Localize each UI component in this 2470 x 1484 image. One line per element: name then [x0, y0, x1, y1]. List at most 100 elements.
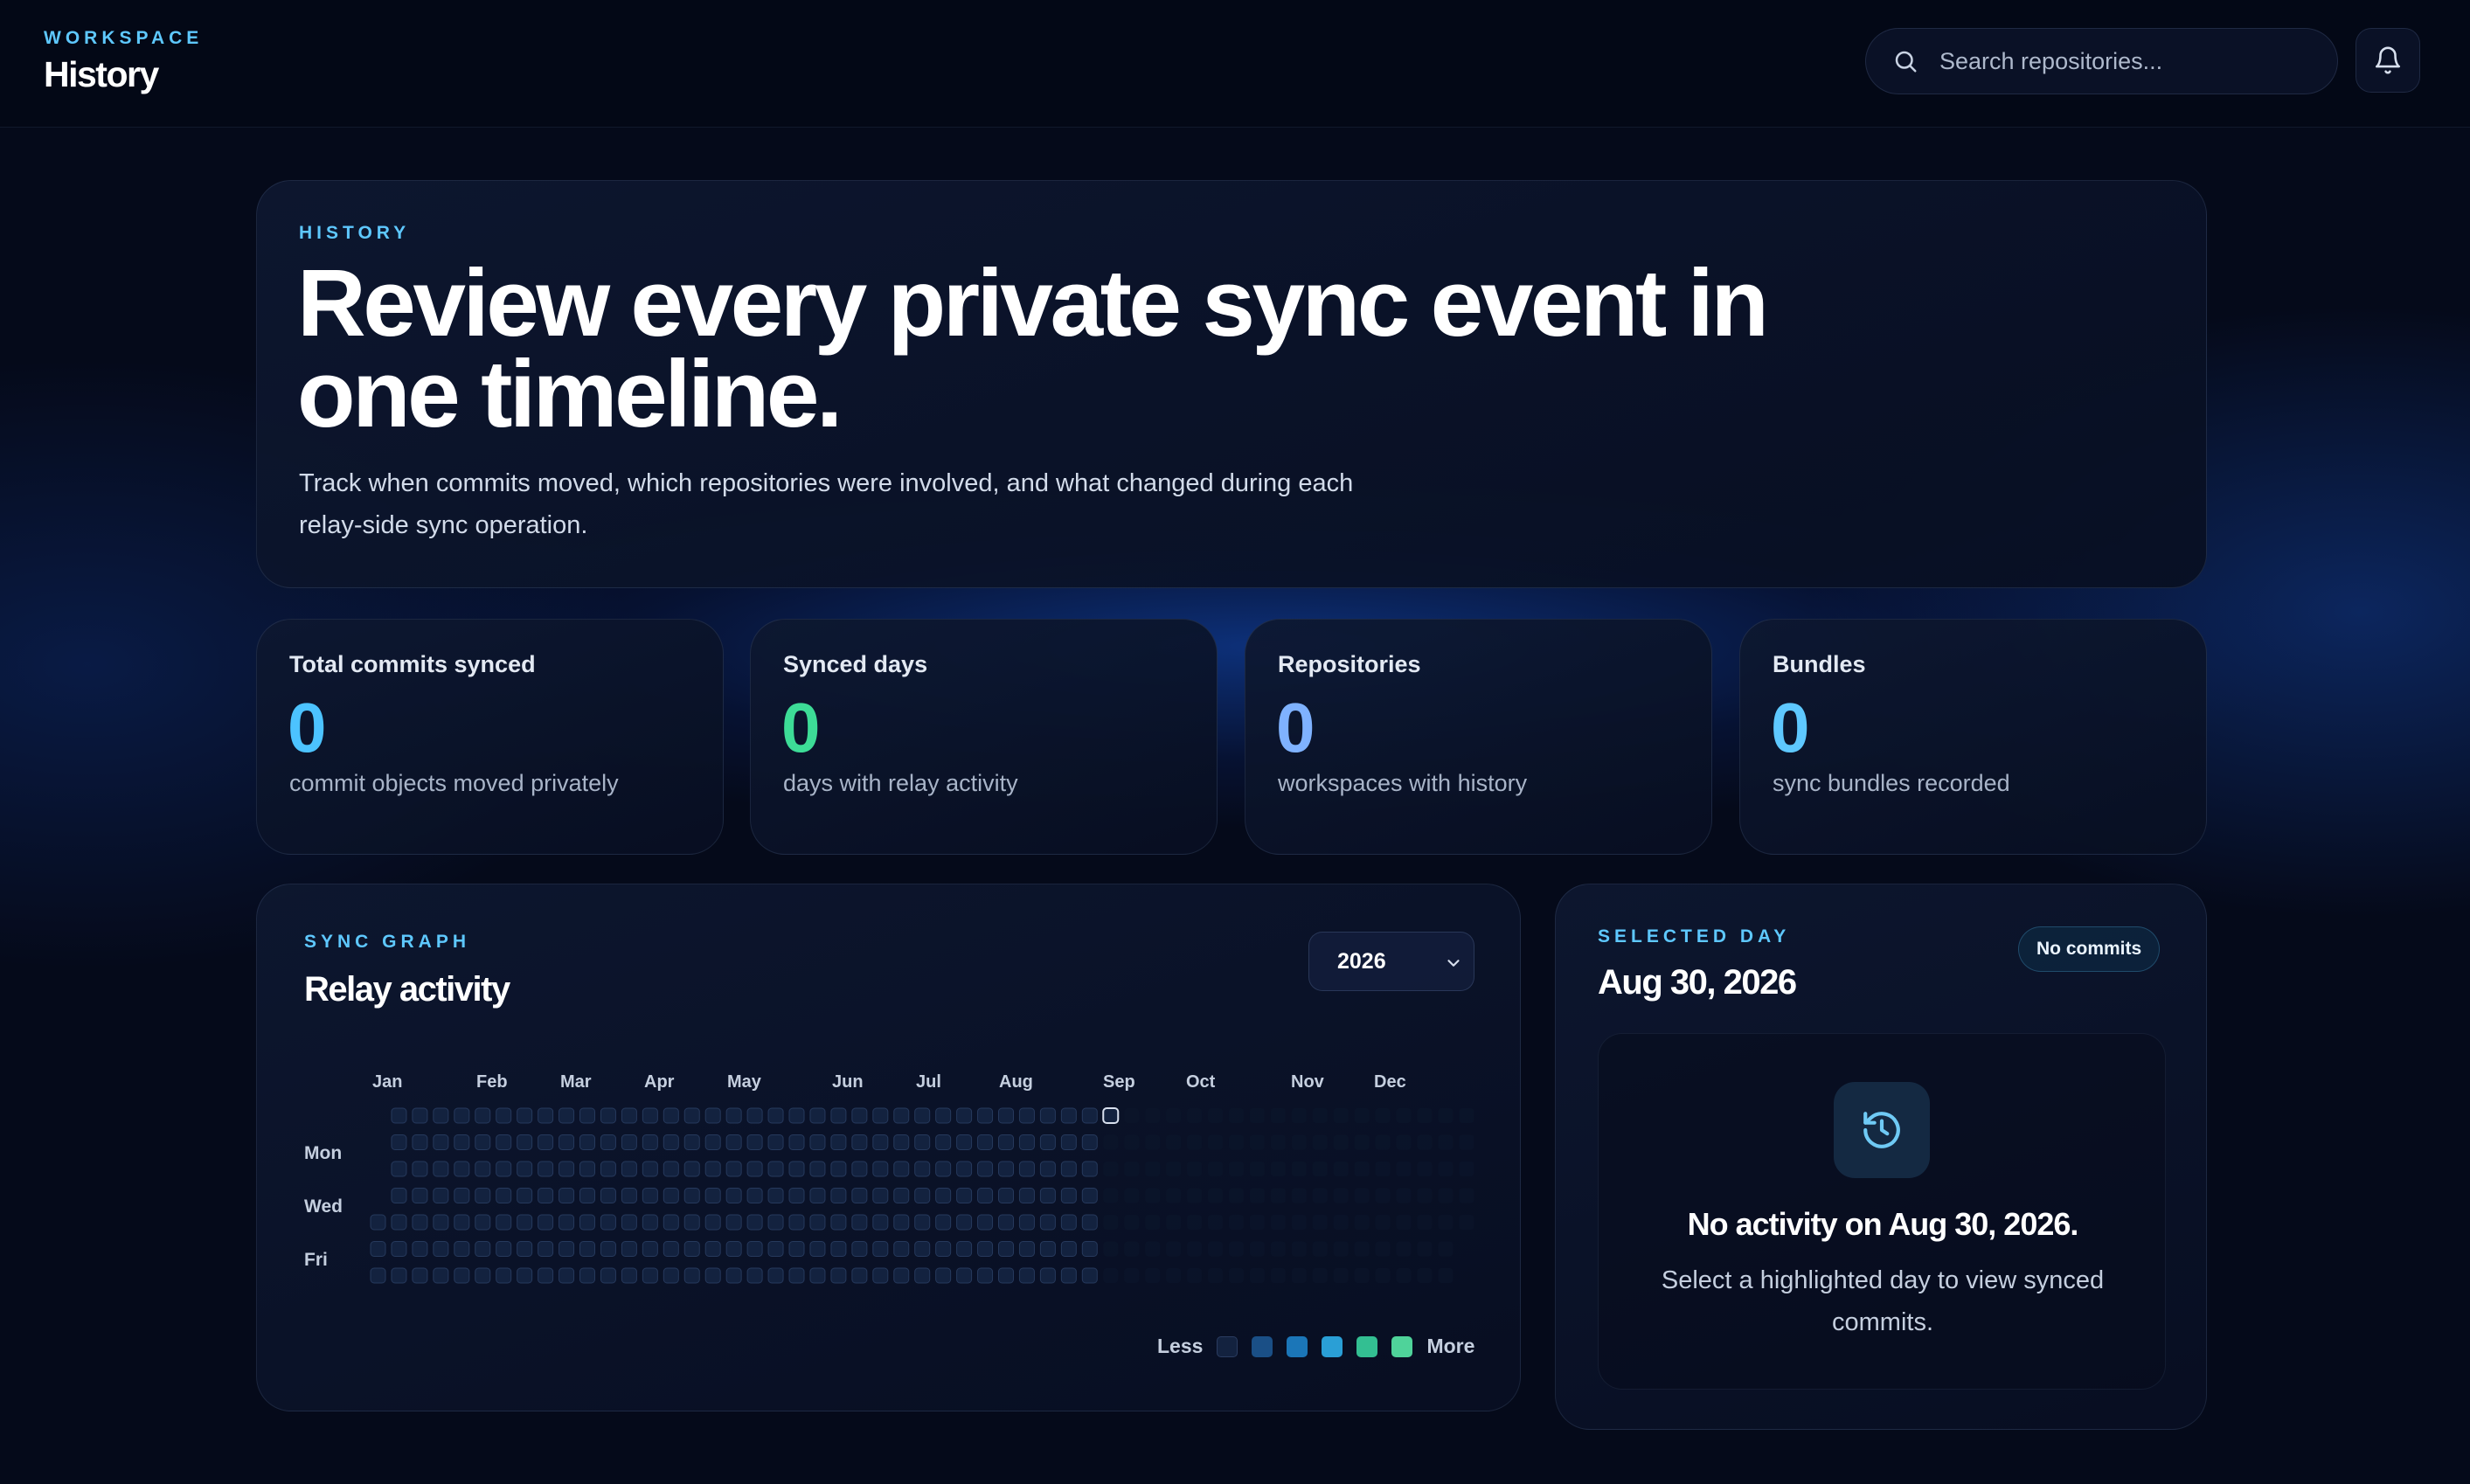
- heatmap-cell[interactable]: [872, 1107, 889, 1124]
- heatmap-cell[interactable]: [538, 1107, 554, 1124]
- heatmap-cell[interactable]: [683, 1267, 700, 1284]
- heatmap-cell[interactable]: [725, 1161, 742, 1177]
- heatmap-cell[interactable]: [1124, 1241, 1140, 1257]
- heatmap-cell[interactable]: [517, 1267, 533, 1284]
- heatmap-cell[interactable]: [1124, 1215, 1140, 1230]
- heatmap-cell[interactable]: [579, 1267, 595, 1284]
- heatmap-cell[interactable]: [1060, 1214, 1077, 1231]
- heatmap-cell[interactable]: [914, 1214, 931, 1231]
- heatmap-cell[interactable]: [1187, 1241, 1203, 1257]
- heatmap-cell[interactable]: [1228, 1241, 1244, 1257]
- heatmap-cell[interactable]: [1249, 1215, 1265, 1230]
- heatmap-cell[interactable]: [538, 1188, 554, 1203]
- heatmap-cell[interactable]: [725, 1107, 742, 1124]
- heatmap-cell[interactable]: [642, 1267, 658, 1284]
- heatmap-cell[interactable]: [454, 1214, 470, 1231]
- heatmap-cell[interactable]: [704, 1214, 721, 1231]
- heatmap-cell[interactable]: [517, 1134, 533, 1150]
- heatmap-cell[interactable]: [914, 1188, 931, 1203]
- heatmap-cell[interactable]: [1228, 1268, 1244, 1283]
- heatmap-cell[interactable]: [496, 1134, 512, 1150]
- heatmap-cell[interactable]: [538, 1241, 554, 1257]
- heatmap-cell[interactable]: [454, 1161, 470, 1177]
- heatmap-cell[interactable]: [851, 1267, 868, 1284]
- heatmap-cell-selected[interactable]: [1102, 1107, 1120, 1124]
- heatmap-cell[interactable]: [370, 1267, 386, 1284]
- heatmap-cell[interactable]: [746, 1214, 763, 1231]
- heatmap-cell[interactable]: [1375, 1188, 1391, 1203]
- heatmap-cell[interactable]: [621, 1161, 637, 1177]
- heatmap-cell[interactable]: [1438, 1215, 1454, 1230]
- heatmap-cell[interactable]: [683, 1241, 700, 1257]
- heatmap-cell[interactable]: [454, 1267, 470, 1284]
- heatmap-cell[interactable]: [1438, 1162, 1454, 1176]
- heatmap-cell[interactable]: [1417, 1188, 1433, 1203]
- heatmap-cell[interactable]: [538, 1267, 554, 1284]
- heatmap-cell[interactable]: [704, 1188, 721, 1203]
- heatmap-cell[interactable]: [872, 1188, 889, 1203]
- heatmap-cell[interactable]: [1081, 1134, 1098, 1150]
- heatmap-cell[interactable]: [1124, 1134, 1140, 1150]
- heatmap-cell[interactable]: [391, 1214, 407, 1231]
- heatmap-cell[interactable]: [1312, 1134, 1328, 1150]
- heatmap-cell[interactable]: [1291, 1134, 1307, 1150]
- heatmap-cell[interactable]: [914, 1267, 931, 1284]
- heatmap-cell[interactable]: [496, 1161, 512, 1177]
- heatmap-cell[interactable]: [1291, 1188, 1307, 1203]
- heatmap-cell[interactable]: [1081, 1107, 1098, 1124]
- heatmap-cell[interactable]: [1354, 1108, 1370, 1123]
- heatmap-cell[interactable]: [767, 1107, 784, 1124]
- heatmap-cell[interactable]: [1081, 1188, 1098, 1203]
- heatmap-cell[interactable]: [1081, 1161, 1098, 1177]
- heatmap-cell[interactable]: [1018, 1241, 1035, 1257]
- heatmap-cell[interactable]: [1354, 1268, 1370, 1283]
- heatmap-cell[interactable]: [517, 1107, 533, 1124]
- heatmap-cell[interactable]: [809, 1241, 826, 1257]
- heatmap-cell[interactable]: [1312, 1162, 1328, 1176]
- heatmap-cell[interactable]: [1291, 1215, 1307, 1230]
- heatmap-cell[interactable]: [475, 1188, 491, 1203]
- heatmap-cell[interactable]: [746, 1107, 763, 1124]
- heatmap-cell[interactable]: [977, 1107, 994, 1124]
- heatmap-cell[interactable]: [956, 1161, 973, 1177]
- heatmap-cell[interactable]: [433, 1267, 449, 1284]
- heatmap-cell[interactable]: [1145, 1162, 1161, 1176]
- heatmap-cell[interactable]: [1270, 1162, 1286, 1176]
- heatmap-cell[interactable]: [851, 1214, 868, 1231]
- heatmap-cell[interactable]: [663, 1107, 679, 1124]
- heatmap-cell[interactable]: [725, 1267, 742, 1284]
- heatmap-cell[interactable]: [935, 1107, 952, 1124]
- heatmap-cell[interactable]: [1249, 1188, 1265, 1203]
- heatmap-cell[interactable]: [391, 1161, 407, 1177]
- heatmap-cell[interactable]: [1018, 1188, 1035, 1203]
- heatmap-cell[interactable]: [746, 1241, 763, 1257]
- heatmap-cell[interactable]: [914, 1241, 931, 1257]
- heatmap-cell[interactable]: [788, 1107, 805, 1124]
- heatmap-cell[interactable]: [642, 1241, 658, 1257]
- heatmap-cell[interactable]: [475, 1267, 491, 1284]
- heatmap-cell[interactable]: [1228, 1215, 1244, 1230]
- heatmap-cell[interactable]: [767, 1241, 784, 1257]
- heatmap-cell[interactable]: [704, 1241, 721, 1257]
- heatmap-cell[interactable]: [391, 1107, 407, 1124]
- heatmap-cell[interactable]: [663, 1267, 679, 1284]
- heatmap-cell[interactable]: [956, 1107, 973, 1124]
- year-select[interactable]: 2026: [1308, 932, 1474, 991]
- heatmap-cell[interactable]: [1187, 1188, 1203, 1203]
- heatmap-cell[interactable]: [1060, 1267, 1077, 1284]
- heatmap-cell[interactable]: [1145, 1215, 1161, 1230]
- heatmap-cell[interactable]: [1333, 1188, 1349, 1203]
- heatmap-cell[interactable]: [1459, 1162, 1474, 1176]
- heatmap-cell[interactable]: [851, 1241, 868, 1257]
- heatmap-cell[interactable]: [809, 1188, 826, 1203]
- heatmap-cell[interactable]: [579, 1241, 595, 1257]
- heatmap-cell[interactable]: [1375, 1268, 1391, 1283]
- heatmap-cell[interactable]: [1187, 1162, 1203, 1176]
- heatmap-cell[interactable]: [433, 1161, 449, 1177]
- heatmap-cell[interactable]: [725, 1214, 742, 1231]
- heatmap-cell[interactable]: [600, 1241, 616, 1257]
- heatmap-cell[interactable]: [1145, 1241, 1161, 1257]
- heatmap-cell[interactable]: [1103, 1162, 1119, 1176]
- heatmap-cell[interactable]: [1208, 1108, 1223, 1123]
- heatmap-cell[interactable]: [872, 1267, 889, 1284]
